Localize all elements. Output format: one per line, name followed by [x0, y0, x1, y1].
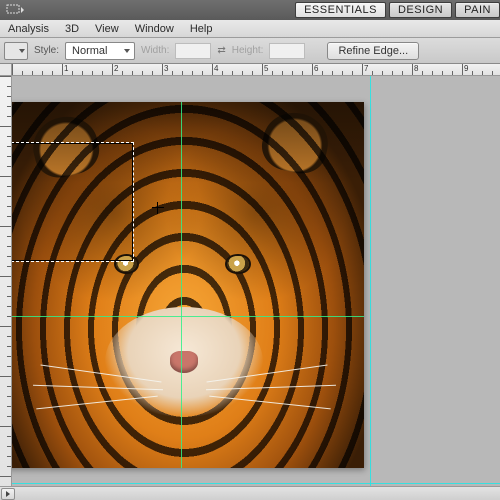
workspace-painting-button[interactable]: PAIN — [455, 2, 500, 18]
rectangular-marquee-selection[interactable] — [12, 142, 134, 262]
chevron-down-icon — [19, 49, 25, 53]
cursor-crosshair-icon — [152, 202, 164, 214]
refine-edge-button[interactable]: Refine Edge... — [327, 42, 419, 60]
style-select[interactable]: Normal — [65, 42, 135, 60]
menu-help[interactable]: Help — [182, 20, 221, 38]
chevron-down-icon — [124, 49, 130, 53]
guide-vertical[interactable] — [181, 102, 182, 468]
guide-cyan-horizontal[interactable] — [12, 483, 500, 484]
tool-preset-picker[interactable] — [4, 42, 28, 60]
document-area: 123456789 — [0, 64, 500, 500]
current-tool-icon — [4, 3, 26, 17]
workspace-label: DESIGN — [398, 4, 443, 16]
menu-view[interactable]: View — [87, 20, 127, 38]
swap-dimensions-icon[interactable]: ⇄ — [217, 45, 225, 56]
scrollbar-track[interactable] — [18, 488, 498, 500]
width-input[interactable] — [175, 43, 211, 59]
document-canvas[interactable] — [12, 102, 364, 468]
menu-bar: Analysis 3D View Window Help — [0, 20, 500, 38]
style-value: Normal — [72, 45, 107, 57]
menu-3d[interactable]: 3D — [57, 20, 87, 38]
menu-analysis[interactable]: Analysis — [0, 20, 57, 38]
workspace-label: ESSENTIALS — [304, 4, 377, 16]
width-label: Width: — [141, 45, 169, 56]
workspace-bar: ESSENTIALS DESIGN PAIN — [0, 0, 500, 20]
canvas-viewport[interactable] — [12, 76, 500, 486]
workspace-label: PAIN — [464, 4, 491, 16]
style-label: Style: — [34, 45, 59, 56]
tool-options-bar: Style: Normal Width: ⇄ Height: Refine Ed… — [0, 38, 500, 64]
workspace-essentials-button[interactable]: ESSENTIALS — [295, 2, 386, 18]
horizontal-ruler[interactable]: 123456789 — [0, 64, 500, 76]
scroll-right-button[interactable] — [1, 488, 15, 500]
ruler-origin-corner[interactable] — [0, 64, 12, 76]
guide-cyan-vertical[interactable] — [370, 76, 371, 486]
height-label: Height: — [232, 45, 264, 56]
height-input[interactable] — [269, 43, 305, 59]
horizontal-scrollbar[interactable] — [0, 486, 500, 500]
workspace-design-button[interactable]: DESIGN — [389, 2, 452, 18]
vertical-ruler[interactable] — [0, 76, 12, 500]
arrow-right-icon — [6, 491, 10, 497]
refine-edge-label: Refine Edge... — [338, 45, 408, 57]
guide-horizontal[interactable] — [12, 316, 364, 317]
menu-window[interactable]: Window — [127, 20, 182, 38]
